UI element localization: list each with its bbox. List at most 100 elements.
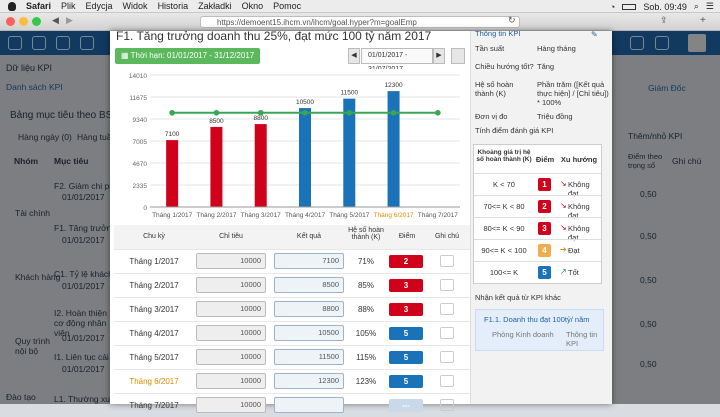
note-icon[interactable]: [440, 375, 454, 387]
x-tick-label: Tháng 2/2017: [196, 212, 237, 219]
bar[interactable]: [299, 108, 311, 207]
bar-value-label: 8500: [209, 118, 224, 125]
table-row: Tháng 4/2017 10000 10500 105% 5: [114, 321, 470, 344]
note-icon[interactable]: [440, 279, 454, 291]
scoring-range: 100<= K: [489, 268, 519, 277]
other-kpi-info[interactable]: Thông tin KPI: [566, 330, 603, 348]
back-icon[interactable]: ◀: [52, 15, 59, 26]
bar[interactable]: [166, 140, 179, 207]
table-row: Tháng 5/2017 10000 11500 115% 5: [114, 345, 470, 368]
menu-zakladki[interactable]: Zakładki: [198, 1, 232, 11]
target-input[interactable]: 10000: [196, 349, 266, 365]
scoring-col-trend: Xu hướng: [560, 155, 598, 164]
bar-value-label: 7100: [165, 131, 180, 138]
prev-button[interactable]: ◀: [348, 48, 360, 64]
x-tick-label: Tháng 3/2017: [241, 212, 282, 219]
bar[interactable]: [210, 126, 223, 207]
note-icon[interactable]: [440, 327, 454, 339]
y-tick-label: 14010: [129, 73, 147, 80]
target-input[interactable]: 10000: [196, 277, 266, 293]
reload-icon[interactable]: ↻: [508, 15, 516, 26]
other-kpi-card[interactable]: F1.1. Doanh thu đạt 100tỷ/ năm Phòng Kin…: [475, 309, 604, 351]
menu-widok[interactable]: Widok: [123, 1, 148, 11]
target-point[interactable]: [169, 109, 175, 116]
row-period: Tháng 4/2017: [129, 329, 179, 338]
wifi-icon[interactable]: ◔: [610, 2, 615, 12]
target-input[interactable]: 10000: [196, 253, 266, 269]
kpi-info-panel: Thông tin KPI ✎ Tần suất Hàng tháng Chiề…: [470, 29, 612, 404]
other-kpi-name[interactable]: F1.1. Doanh thu đạt 100tỷ/ năm: [484, 315, 589, 324]
address-bar[interactable]: https://demoent15.ihcm.vn/ihcm/goal.hype…: [200, 16, 520, 28]
clock[interactable]: Sob. 09:49: [643, 2, 687, 12]
row-k: 85%: [357, 281, 374, 290]
row-period: Tháng 1/2017: [129, 257, 179, 266]
menu-app[interactable]: Safari: [26, 1, 51, 11]
row-k: 71%: [357, 257, 374, 266]
score-badge: ---: [389, 399, 423, 412]
share-icon[interactable]: ⇪: [660, 15, 668, 26]
battery-icon[interactable]: [622, 3, 637, 10]
target-point[interactable]: [346, 109, 353, 116]
result-input[interactable]: [274, 397, 344, 413]
target-point[interactable]: [435, 109, 441, 116]
table-header: Chu kỳ Chỉ tiêu Kết quả Hệ số hoàn thành…: [114, 225, 470, 249]
zoom-dot[interactable]: [32, 17, 41, 26]
target-point[interactable]: [213, 109, 220, 116]
y-tick-label: 4670: [133, 161, 148, 168]
result-input[interactable]: 7100: [274, 253, 344, 269]
scoring-score: 5: [538, 266, 551, 279]
result-input[interactable]: 11500: [274, 349, 344, 365]
note-icon[interactable]: [440, 351, 454, 363]
x-tick-label: Tháng 4/2017: [285, 212, 326, 219]
row-period: Tháng 7/2017: [129, 401, 179, 410]
result-input[interactable]: 8800: [274, 301, 344, 317]
score-badge: 2: [389, 255, 423, 268]
menu-historia[interactable]: Historia: [158, 1, 189, 11]
row-k: [346, 394, 386, 417]
apple-icon[interactable]: [8, 1, 16, 11]
field-label: Chiều hướng tốt?: [475, 62, 534, 71]
col-score: Điểm: [398, 233, 416, 240]
edit-icon[interactable]: ✎: [591, 30, 598, 39]
target-input[interactable]: 10000: [196, 373, 266, 389]
scoring-trend: Đạt: [568, 246, 580, 255]
calendar-icon: ▦: [121, 51, 131, 60]
new-tab-icon[interactable]: +: [700, 15, 706, 26]
score-badge: 3: [389, 303, 423, 316]
target-point[interactable]: [257, 109, 264, 116]
range-select[interactable]: 01/01/2017 - 31/07/2017: [361, 48, 433, 73]
result-input[interactable]: 8500: [274, 277, 344, 293]
note-icon[interactable]: [440, 255, 454, 267]
menu-edycja[interactable]: Edycja: [86, 1, 113, 11]
field-label: Tần suất: [475, 44, 505, 53]
scoring-range: K < 70: [493, 180, 515, 189]
result-input[interactable]: 12300: [274, 373, 344, 389]
forward-icon[interactable]: ▶: [66, 15, 73, 26]
bar[interactable]: [387, 91, 400, 207]
note-icon[interactable]: [440, 399, 454, 411]
target-input[interactable]: 10000: [196, 397, 266, 413]
row-k: 88%: [357, 305, 374, 314]
minimize-dot[interactable]: [19, 17, 28, 26]
row-period: Tháng 5/2017: [129, 353, 179, 362]
target-point[interactable]: [390, 109, 397, 116]
period-value: 01/01/2017 - 31/12/2017: [167, 51, 255, 60]
target-input[interactable]: 10000: [196, 325, 266, 341]
menu-plik[interactable]: Plik: [61, 1, 76, 11]
search-icon[interactable]: ⌕: [694, 1, 699, 12]
result-input[interactable]: 10500: [274, 325, 344, 341]
next-button[interactable]: ▶: [433, 48, 445, 64]
bar[interactable]: [254, 124, 267, 207]
row-period: Tháng 6/2017: [129, 377, 179, 386]
target-point[interactable]: [302, 109, 308, 116]
export-icon[interactable]: [451, 48, 465, 64]
target-input[interactable]: 10000: [196, 301, 266, 317]
menu-pomoc[interactable]: Pomoc: [273, 1, 301, 11]
menu-list-icon[interactable]: ☰: [706, 1, 714, 12]
note-icon[interactable]: [440, 303, 454, 315]
menu-okno[interactable]: Okno: [242, 1, 264, 11]
close-dot[interactable]: [6, 17, 15, 26]
scoring-row: 90<= K < 100 4 ➔ Đạt: [474, 239, 601, 261]
x-tick-label: Tháng 5/2017: [329, 212, 370, 219]
col-period: Chu kỳ: [143, 233, 165, 240]
